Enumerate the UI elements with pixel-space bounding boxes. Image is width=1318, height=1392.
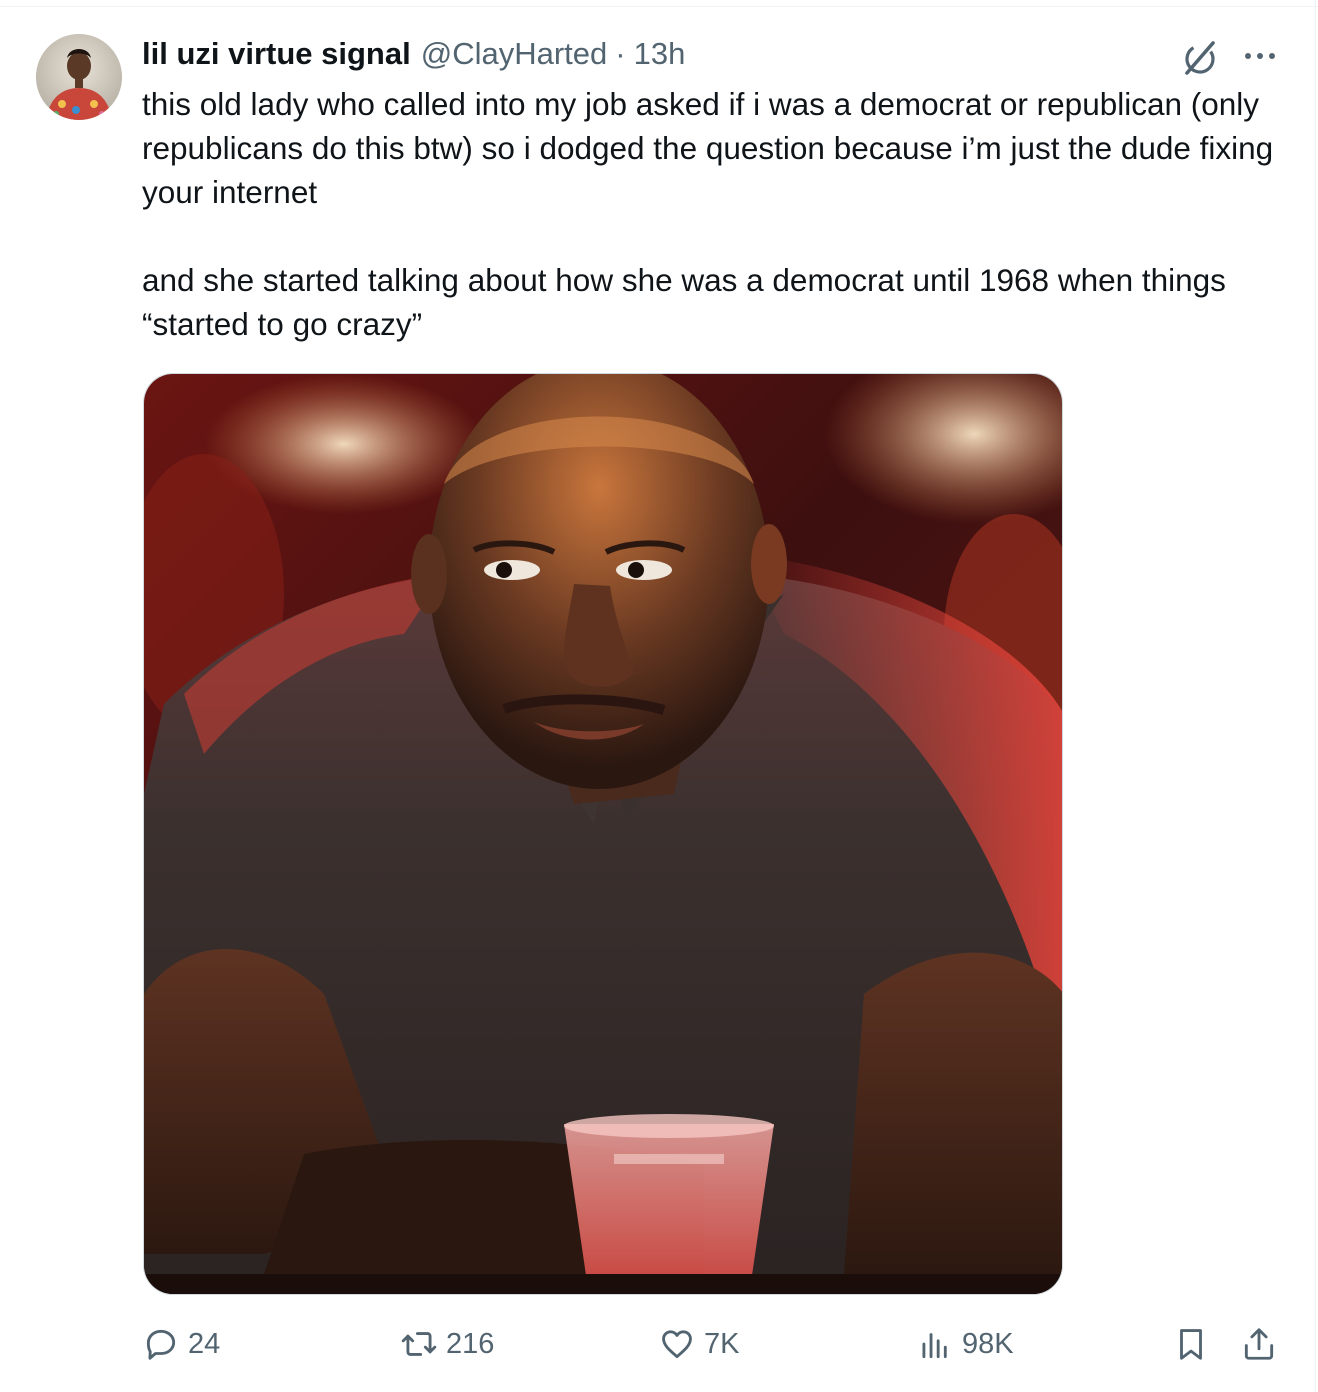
avatar[interactable]	[36, 34, 122, 120]
reply-button[interactable]: 24	[142, 1318, 220, 1370]
more-icon[interactable]	[1240, 40, 1280, 72]
grok-icon[interactable]	[1180, 38, 1220, 78]
share-icon	[1244, 1328, 1274, 1360]
bookmark-button[interactable]	[1172, 1318, 1210, 1370]
tweet-media[interactable]	[143, 373, 1063, 1295]
reply-count: 24	[188, 1327, 221, 1360]
views-count: 98K	[962, 1327, 1014, 1360]
top-divider	[0, 6, 1318, 7]
like-count: 7K	[704, 1327, 740, 1360]
tweet-paragraph: and she started talking about how she wa…	[142, 262, 1226, 342]
photo-man-at-bar-with-red-cup-icon	[144, 374, 1062, 1294]
author-handle[interactable]: @ClayHarted	[421, 36, 608, 72]
like-button[interactable]: 7K	[658, 1318, 739, 1370]
right-divider	[1315, 0, 1316, 1392]
bookmark-icon	[1180, 1329, 1202, 1360]
tweet-text: this old lady who called into my job ask…	[142, 82, 1292, 346]
views-icon	[922, 1333, 947, 1359]
repost-icon	[401, 1332, 437, 1356]
reply-icon	[146, 1329, 176, 1360]
profile-photo-icon	[36, 34, 122, 120]
views-button[interactable]: 98K	[916, 1318, 1014, 1370]
header-separator: ·	[615, 36, 626, 71]
tweet-paragraph: this old lady who called into my job ask…	[142, 86, 1274, 210]
author-display-name[interactable]: lil uzi virtue signal	[142, 36, 411, 72]
post-time[interactable]: 13h	[634, 36, 686, 72]
repost-count: 216	[446, 1327, 495, 1360]
heart-icon	[662, 1330, 692, 1359]
action-bar: 24 216 7K 98K	[0, 1318, 1318, 1370]
repost-button[interactable]: 216	[400, 1318, 494, 1370]
share-button[interactable]	[1240, 1318, 1278, 1370]
tweet-header: lil uzi virtue signal @ClayHarted · 13h	[142, 32, 685, 76]
